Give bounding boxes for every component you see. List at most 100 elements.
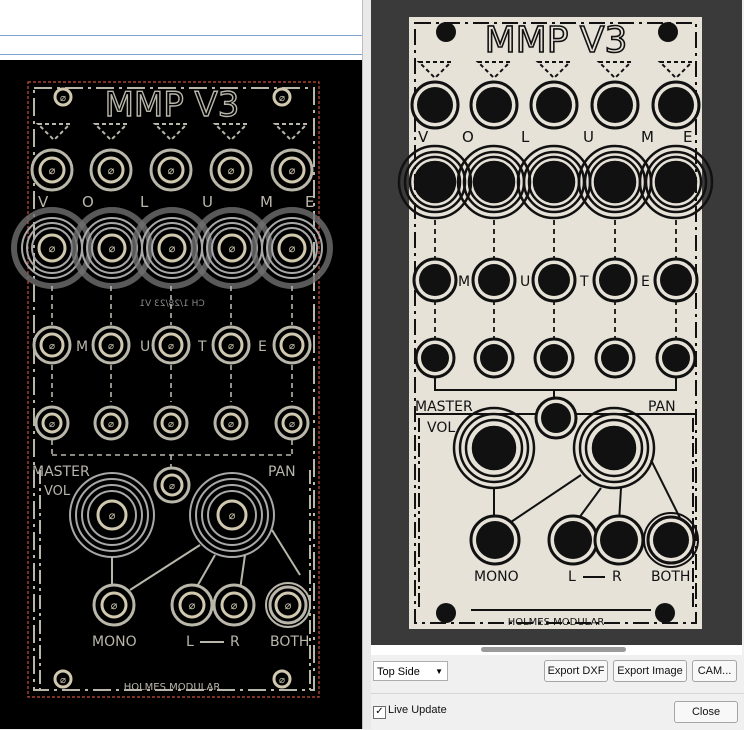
panel-mount-hole — [436, 22, 456, 42]
svg-text:⌀: ⌀ — [168, 164, 175, 177]
live-update-label: Live Update — [388, 704, 447, 716]
mute-button: ⌀ — [32, 325, 72, 365]
mute-button: ⌀ — [272, 325, 312, 365]
svg-text:⌀: ⌀ — [279, 675, 285, 686]
jack: ⌀ — [209, 148, 253, 192]
panel-mount-hole — [436, 603, 456, 623]
svg-text:⌀: ⌀ — [279, 93, 285, 104]
svg-text:T: T — [197, 339, 207, 355]
pcb-editor-view[interactable]: ⌀ ⌀ ⌀ ⌀ MMP V3 ⌀ ⌀ ⌀ ⌀ ⌀ V O L U M E ⌀ ⌀… — [0, 0, 362, 729]
svg-text:⌀: ⌀ — [289, 242, 296, 255]
svg-text:⌀: ⌀ — [49, 341, 55, 352]
panel-brand-label: HOLMES MODULAR — [508, 617, 605, 628]
svg-text:E: E — [641, 274, 650, 290]
led: ⌀ — [93, 405, 129, 441]
panel-title: MMP V3 — [485, 20, 628, 61]
master-vol-pot: ⌀ — [69, 472, 155, 558]
master-led: ⌀ — [153, 466, 191, 504]
svg-text:⌀: ⌀ — [49, 242, 56, 255]
panel-master-label: MASTER — [415, 399, 473, 415]
panel-mono-label: MONO — [474, 569, 519, 585]
vol-label-pcb: VOL — [44, 484, 71, 499]
svg-text:⌀: ⌀ — [109, 242, 116, 255]
both-label-pcb: BOTH — [270, 634, 309, 650]
brand-label-pcb: HOLMES MODULAR — [124, 682, 221, 693]
panel-vol-label: VOL — [427, 420, 455, 436]
panel-mount-hole — [655, 603, 675, 623]
led: ⌀ — [274, 405, 310, 441]
pcb-canvas[interactable]: ⌀ ⌀ ⌀ ⌀ MMP V3 ⌀ ⌀ ⌀ ⌀ ⌀ V O L U M E ⌀ ⌀… — [0, 0, 362, 729]
preview-footer: ✓ Live Update Close — [371, 693, 744, 730]
svg-text:U: U — [520, 274, 530, 290]
output-jacks-row: ⌀ ⌀ ⌀ ⌀ — [92, 582, 311, 628]
led: ⌀ — [34, 405, 70, 441]
cam-button[interactable]: CAM... — [692, 660, 737, 682]
mirrored-version-text: CH 1/28/23 V1 — [139, 299, 204, 309]
svg-text:L: L — [140, 193, 149, 211]
panel-pan-pot — [572, 406, 656, 490]
preview-window: MMP V3 V O L U M E M U T E MASTER PAN VO… — [371, 0, 744, 730]
svg-text:M: M — [458, 274, 470, 290]
svg-text:⌀: ⌀ — [108, 419, 114, 430]
svg-text:⌀: ⌀ — [228, 164, 235, 177]
svg-text:M: M — [260, 193, 273, 211]
jack-right: ⌀ — [212, 583, 256, 627]
svg-text:E: E — [258, 339, 267, 355]
svg-text:V: V — [418, 128, 429, 146]
svg-text:O: O — [462, 128, 474, 146]
panel-master-led — [534, 396, 578, 440]
l-label-pcb: L — [186, 634, 194, 650]
svg-text:⌀: ⌀ — [289, 341, 295, 352]
panel-both-label: BOTH — [651, 569, 690, 585]
svg-text:M: M — [76, 339, 88, 355]
svg-text:⌀: ⌀ — [111, 599, 118, 612]
scrollbar-thumb[interactable] — [481, 647, 626, 652]
svg-text:E: E — [305, 193, 314, 211]
led: ⌀ — [213, 405, 249, 441]
panel-pan-label: PAN — [648, 399, 676, 415]
panel-output-jacks — [469, 512, 699, 568]
preview-toolbar: Top Side ▼ Export DXF Export Image CAM..… — [371, 656, 744, 688]
svg-text:T: T — [579, 274, 589, 290]
jack: ⌀ — [270, 148, 314, 192]
panel-r-label: R — [612, 569, 622, 585]
svg-text:E: E — [683, 128, 692, 146]
jack: ⌀ — [30, 148, 74, 192]
svg-text:U: U — [202, 193, 213, 211]
horizontal-scrollbar[interactable] — [371, 645, 742, 655]
export-image-button[interactable]: Export Image — [613, 660, 687, 682]
svg-text:⌀: ⌀ — [231, 599, 238, 612]
panel-preview-canvas: MMP V3 V O L U M E M U T E MASTER PAN VO… — [397, 17, 714, 629]
svg-text:⌀: ⌀ — [228, 419, 234, 430]
pcb-title: MMP V3 — [105, 85, 240, 125]
svg-text:⌀: ⌀ — [109, 509, 116, 522]
jack-mono: ⌀ — [92, 583, 136, 627]
chevron-down-icon: ▼ — [435, 667, 443, 676]
svg-text:⌀: ⌀ — [189, 599, 196, 612]
panel-master-pot — [452, 406, 536, 490]
svg-text:⌀: ⌀ — [49, 419, 55, 430]
export-dxf-button[interactable]: Export DXF — [544, 660, 608, 682]
pan-label-pcb: PAN — [268, 464, 296, 480]
panel-l-label: L — [568, 569, 576, 585]
svg-text:U: U — [140, 339, 150, 355]
mute-button: ⌀ — [211, 325, 251, 365]
svg-text:M: M — [641, 128, 654, 146]
jack-left: ⌀ — [170, 583, 214, 627]
svg-text:⌀: ⌀ — [169, 481, 175, 492]
svg-text:⌀: ⌀ — [289, 419, 295, 430]
panel-preview-area: MMP V3 V O L U M E M U T E MASTER PAN VO… — [371, 0, 742, 645]
side-select[interactable]: Top Side ▼ — [373, 661, 448, 681]
svg-text:⌀: ⌀ — [60, 93, 66, 104]
svg-text:⌀: ⌀ — [289, 164, 296, 177]
svg-text:⌀: ⌀ — [285, 599, 292, 612]
jack-both: ⌀ — [265, 582, 311, 628]
svg-text:⌀: ⌀ — [168, 341, 174, 352]
svg-text:O: O — [82, 193, 94, 211]
svg-text:⌀: ⌀ — [169, 242, 176, 255]
svg-text:⌀: ⌀ — [108, 341, 114, 352]
live-update-checkbox[interactable]: ✓ — [373, 706, 386, 719]
svg-text:⌀: ⌀ — [229, 509, 236, 522]
mute-button: ⌀ — [151, 325, 191, 365]
close-button[interactable]: Close — [674, 701, 738, 723]
